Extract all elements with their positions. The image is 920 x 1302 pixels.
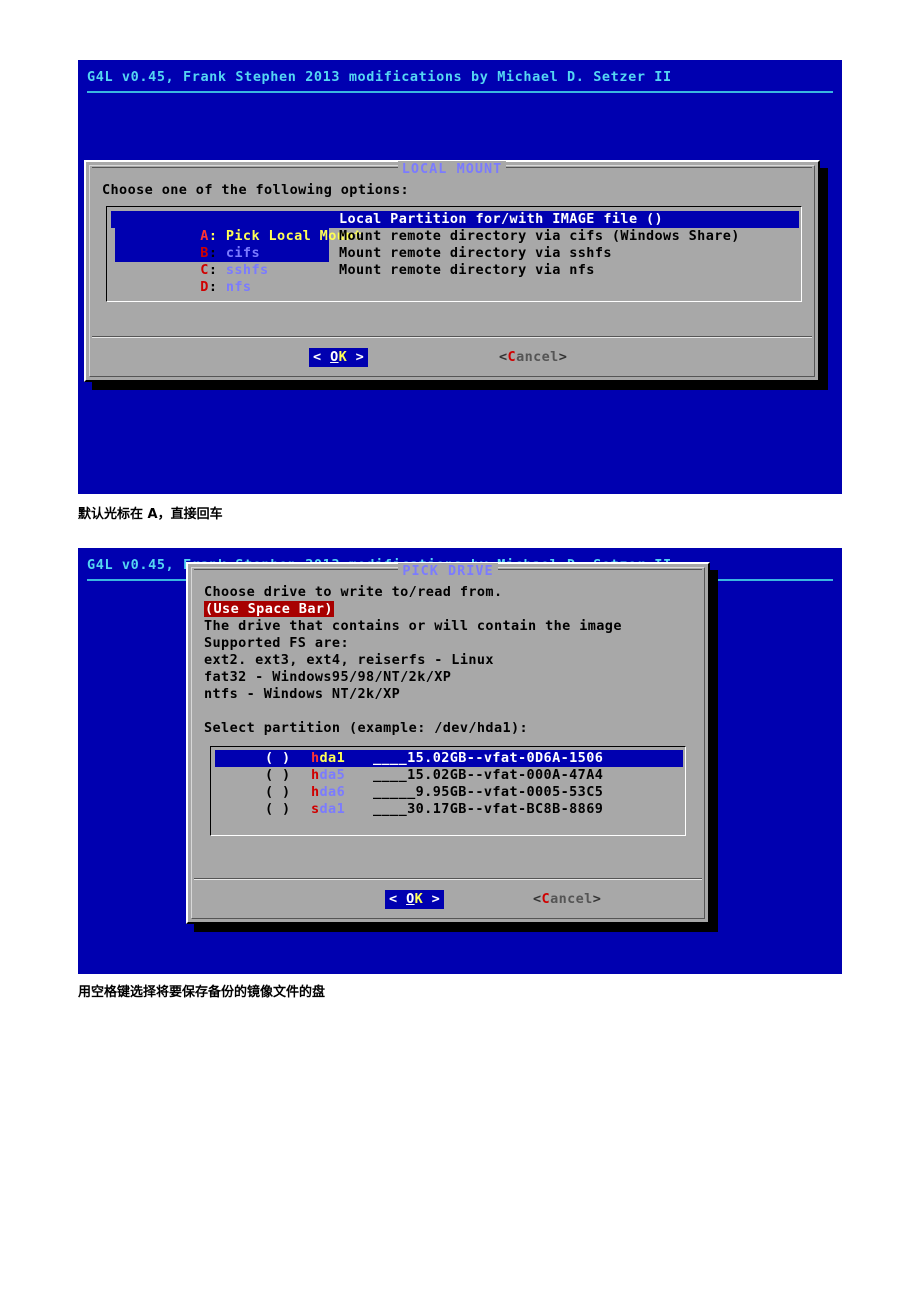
ok-button-2-key: O xyxy=(406,891,415,907)
menu-item-b-description: Mount remote directory via cifs (Windows… xyxy=(339,228,740,244)
menu-item-a-description: Local Partition for/with IMAGE file () xyxy=(339,211,664,228)
caption-2: 用空格键选择将要保存备份的镜像文件的盘 xyxy=(78,985,326,1000)
pick-drive-space-bar-banner: (Use Space Bar) xyxy=(204,601,334,618)
ok-button-left-bracket: < xyxy=(313,349,322,365)
partition-row-hda1[interactable]: ( ) hda1 ____15.02GB--vfat-0D6A-1506 xyxy=(215,750,683,767)
ok-button-rest: K xyxy=(338,349,348,365)
ok-button-2[interactable]: < OK > xyxy=(385,890,445,909)
cancel-button-rest: ancel xyxy=(516,349,559,365)
cancel-button-2-key: C xyxy=(541,891,551,907)
ok-button-right-bracket: > xyxy=(355,349,365,365)
dialog-title-2: PICK DRIVE xyxy=(188,563,708,579)
terminal-screen-pick-drive: G4L v0.45, Frank Stephen 2013 modificati… xyxy=(78,548,842,974)
partition-hda5-key: h xyxy=(311,767,320,783)
partition-row-hda6[interactable]: ( ) hda6 _____9.95GB--vfat-0005-53C5 xyxy=(215,784,683,801)
ok-button-2-rest: K xyxy=(414,891,424,907)
cancel-button-2-rest: ancel xyxy=(550,891,593,907)
button-separator xyxy=(92,336,812,338)
partition-hda1-checkbox[interactable]: ( ) xyxy=(265,750,291,766)
partition-listbox[interactable]: ( ) hda1 ____15.02GB--vfat-0D6A-1506 ( )… xyxy=(210,746,686,836)
partition-sda1-name-rest: da1 xyxy=(319,801,346,817)
pick-drive-line-3: The drive that contains or will contain … xyxy=(204,618,622,634)
cancel-button-left-bracket: < xyxy=(499,349,508,365)
partition-hda6-name-rest: da6 xyxy=(319,784,346,800)
cancel-button[interactable]: <Cancel> xyxy=(499,348,567,367)
partition-hda1-info: ____15.02GB--vfat-0D6A-1506 xyxy=(373,750,604,767)
partition-hda6-checkbox[interactable]: ( ) xyxy=(265,784,291,801)
pick-drive-dialog: PICK DRIVE Choose drive to write to/read… xyxy=(186,562,710,924)
menu-item-c-description: Mount remote directory via sshfs xyxy=(339,245,612,261)
menu-item-a[interactable]: A: Pick Local Mount Local Partition for/… xyxy=(111,211,799,262)
ok-button-key: O xyxy=(330,349,339,365)
menu-item-d-tag: nfs xyxy=(225,279,252,295)
menu-item-d-description: Mount remote directory via nfs xyxy=(339,262,595,278)
pick-drive-line-5: ext2. ext3, ext4, reiserfs - Linux xyxy=(204,652,494,668)
pick-drive-line-7: ntfs - Windows NT/2k/XP xyxy=(204,686,401,702)
partition-hda6-info: _____9.95GB--vfat-0005-53C5 xyxy=(373,784,604,800)
dialog-prompt: Choose one of the following options: xyxy=(102,182,409,198)
partition-sda1-info: ____30.17GB--vfat-BC8B-8869 xyxy=(373,801,604,817)
button-separator-2 xyxy=(194,878,702,880)
menu-item-d-key: D xyxy=(200,279,209,295)
cancel-button-right-bracket: > xyxy=(558,349,568,365)
cancel-button-2-right-bracket: > xyxy=(592,891,602,907)
pick-drive-line-6: fat32 - Windows95/98/NT/2k/XP xyxy=(204,669,452,685)
partition-row-hda5[interactable]: ( ) hda5 ____15.02GB--vfat-000A-47A4 xyxy=(215,767,683,784)
dialog-title-text-2: PICK DRIVE xyxy=(398,563,498,579)
partition-hda5-checkbox[interactable]: ( ) xyxy=(265,767,291,784)
pick-drive-line-9: Select partition (example: /dev/hda1): xyxy=(204,720,529,736)
tty-header-line: G4L v0.45, Frank Stephen 2013 modificati… xyxy=(87,69,672,85)
partition-sda1-key: s xyxy=(311,801,320,817)
menu-item-b[interactable]: B: cifs Mount remote directory via cifs … xyxy=(111,228,799,261)
partition-hda6-key: h xyxy=(311,784,320,800)
menu-item-d[interactable]: D: nfs Mount remote directory via nfs xyxy=(111,262,799,295)
pick-drive-line-1: Choose drive to write to/read from. xyxy=(204,584,503,600)
partition-hda1-name-rest: da1 xyxy=(319,750,346,766)
local-mount-dialog: LOCAL MOUNT Choose one of the following … xyxy=(84,160,820,382)
partition-hda1-key: h xyxy=(311,750,320,766)
local-mount-menu-listbox[interactable]: A: Pick Local Mount Local Partition for/… xyxy=(106,206,802,302)
tty-header-rule xyxy=(87,91,833,93)
dialog-title: LOCAL MOUNT xyxy=(86,161,818,177)
cancel-button-2[interactable]: <Cancel> xyxy=(533,890,601,909)
ok-button-2-left-bracket: < xyxy=(389,891,398,907)
pick-drive-line-4: Supported FS are: xyxy=(204,635,349,651)
dialog-title-text: LOCAL MOUNT xyxy=(397,161,507,177)
menu-item-c[interactable]: C: sshfs Mount remote directory via sshf… xyxy=(111,245,799,278)
partition-sda1-checkbox[interactable]: ( ) xyxy=(265,801,291,818)
ok-button-2-right-bracket: > xyxy=(431,891,441,907)
partition-hda5-info: ____15.02GB--vfat-000A-47A4 xyxy=(373,767,604,783)
cancel-button-key: C xyxy=(507,349,517,365)
cancel-button-2-left-bracket: < xyxy=(533,891,542,907)
caption-1: 默认光标在 A，直接回车 xyxy=(78,507,223,522)
space-bar-banner-text: (Use Space Bar) xyxy=(204,601,334,617)
ok-button[interactable]: < OK > xyxy=(309,348,369,367)
partition-row-sda1[interactable]: ( ) sda1 ____30.17GB--vfat-BC8B-8869 xyxy=(215,801,683,818)
partition-hda5-name-rest: da5 xyxy=(319,767,346,783)
terminal-screen-local-mount: G4L v0.45, Frank Stephen 2013 modificati… xyxy=(78,60,842,494)
